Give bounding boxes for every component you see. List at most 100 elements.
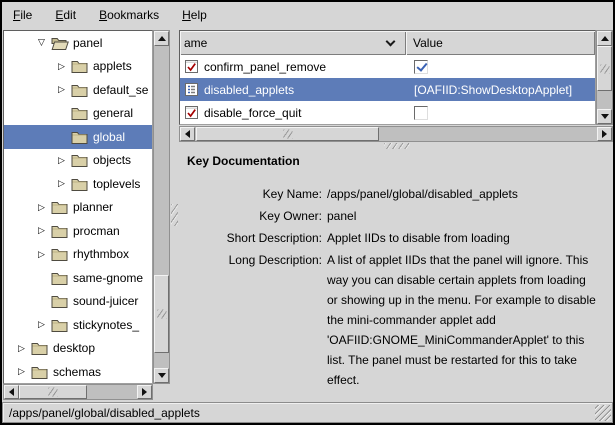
expander-icon[interactable] [58,156,71,165]
pane-splitter-vertical[interactable] [170,30,179,400]
tree-item[interactable]: schemas [4,360,152,384]
scrollbar-thumb[interactable] [597,46,612,91]
tree-item[interactable]: toplevels [4,172,152,196]
doc-field-label: Long Description: [187,250,322,390]
folder-icon [31,341,49,355]
table-vertical-scrollbar[interactable] [596,30,613,125]
scroll-up-button[interactable] [597,31,612,46]
doc-panel-title: Key Documentation [187,154,613,168]
scrollbar-trough[interactable] [19,385,137,399]
key-row[interactable]: disabled_applets [OAFIID:ShowDesktopAppl… [180,78,595,101]
folder-icon [71,177,89,191]
expander-icon[interactable] [38,320,51,329]
pane-splitter-horizontal[interactable] [179,142,613,150]
scrollbar-thumb[interactable] [19,385,87,399]
resize-grip[interactable] [595,405,611,421]
expander-icon[interactable] [58,179,71,188]
key-type-icon [184,82,199,97]
tree-item-label: general [93,106,133,120]
expander-icon[interactable] [18,344,31,353]
key-value-cell: [OAFIID:ShowDesktopApplet] [406,83,595,97]
column-header-value[interactable]: Value [406,31,595,55]
tree-item[interactable]: general [4,102,152,126]
menu-item[interactable]: Help [173,4,216,26]
folder-icon [71,153,89,167]
column-header-value-label: Value [413,36,443,50]
tree-item[interactable]: objects [4,149,152,173]
splitter-grip [171,204,178,226]
folder-icon [51,247,69,261]
scrollbar-trough[interactable] [597,46,612,109]
key-name: confirm_panel_remove [204,60,406,74]
tree-item-label: same-gnome [73,271,143,285]
key-name: disabled_applets [204,83,406,97]
tree-item[interactable]: procman [4,219,152,243]
tree-item-label: sound-juicer [73,294,138,308]
scrollbar-trough[interactable] [195,127,597,141]
tree-item-label: panel [73,36,102,50]
value-checkbox[interactable] [414,60,428,74]
scroll-left-button[interactable] [180,127,195,141]
column-header-name[interactable]: ame [180,31,406,55]
key-type-icon [184,105,199,120]
table-horizontal-scrollbar[interactable] [179,126,613,142]
tree-item-label: applets [93,59,132,73]
tree-item[interactable]: global [4,125,152,149]
doc-field-row: Key Owner: panel [187,206,613,226]
folder-icon [31,365,49,379]
key-documentation-panel: Key Documentation Key Name: /apps/panel/… [179,150,613,400]
doc-field-value: Applet IIDs to disable from loading [327,228,510,248]
expander-icon[interactable] [58,62,71,71]
scroll-up-button[interactable] [154,31,169,46]
key-pane: ame Value [179,30,613,400]
tree-item[interactable]: applets [4,55,152,79]
folder-icon [51,294,69,308]
doc-field-row: Key Name: /apps/panel/global/disabled_ap… [187,184,613,204]
menu-item[interactable]: File [4,4,41,26]
tree-item[interactable]: planner [4,196,152,220]
scroll-down-button[interactable] [597,109,612,124]
folder-icon [51,318,69,332]
menu-item[interactable]: Bookmarks [90,4,168,26]
value-checkbox[interactable] [414,106,428,120]
tree-horizontal-scrollbar[interactable] [3,384,153,400]
expander-icon[interactable] [38,226,51,235]
tree-vertical-scrollbar[interactable] [153,30,170,384]
doc-field-row: Long Description: A list of applet IIDs … [187,250,613,390]
scroll-right-button[interactable] [137,385,152,399]
expander-icon[interactable] [18,367,31,376]
key-table: ame Value [179,30,596,125]
tree-item[interactable]: default_se [4,78,152,102]
expander-icon[interactable] [38,203,51,212]
statusbar: /apps/panel/global/disabled_applets [2,402,613,423]
menu-item[interactable]: Edit [46,4,85,26]
tree-item[interactable]: rhythmbox [4,243,152,267]
scrollbar-trough[interactable] [154,46,169,368]
key-row[interactable]: confirm_panel_remove [180,55,595,78]
gconf-editor-window: File Edit Bookmarks Help [0,0,615,425]
key-value-cell [406,106,595,120]
tree-item[interactable]: desktop [4,337,152,361]
scroll-down-button[interactable] [154,368,169,383]
tree-item[interactable]: sound-juicer [4,290,152,314]
tree-item[interactable]: stickynotes_ [4,313,152,337]
tree-item-label: global [93,130,125,144]
scroll-left-button[interactable] [4,385,19,399]
tree-item-label: stickynotes_ [73,318,139,332]
tree-item-label: rhythmbox [73,247,129,261]
expander-icon[interactable] [58,85,71,94]
scrollbar-thumb[interactable] [196,127,379,141]
expander-icon[interactable] [38,250,51,259]
tree-item[interactable]: panel [4,31,152,55]
key-type-icon [184,59,199,74]
folder-tree: panel applets [3,30,153,384]
scrollbar-thumb[interactable] [154,275,169,353]
menubar: File Edit Bookmarks Help [2,2,613,28]
sort-descending-icon [386,36,396,46]
expander-icon[interactable] [38,38,51,47]
doc-field-label: Short Description: [187,228,322,248]
tree-item[interactable]: same-gnome [4,266,152,290]
key-row[interactable]: disable_force_quit [180,101,595,124]
folder-icon [71,59,89,73]
scroll-right-button[interactable] [597,127,612,141]
